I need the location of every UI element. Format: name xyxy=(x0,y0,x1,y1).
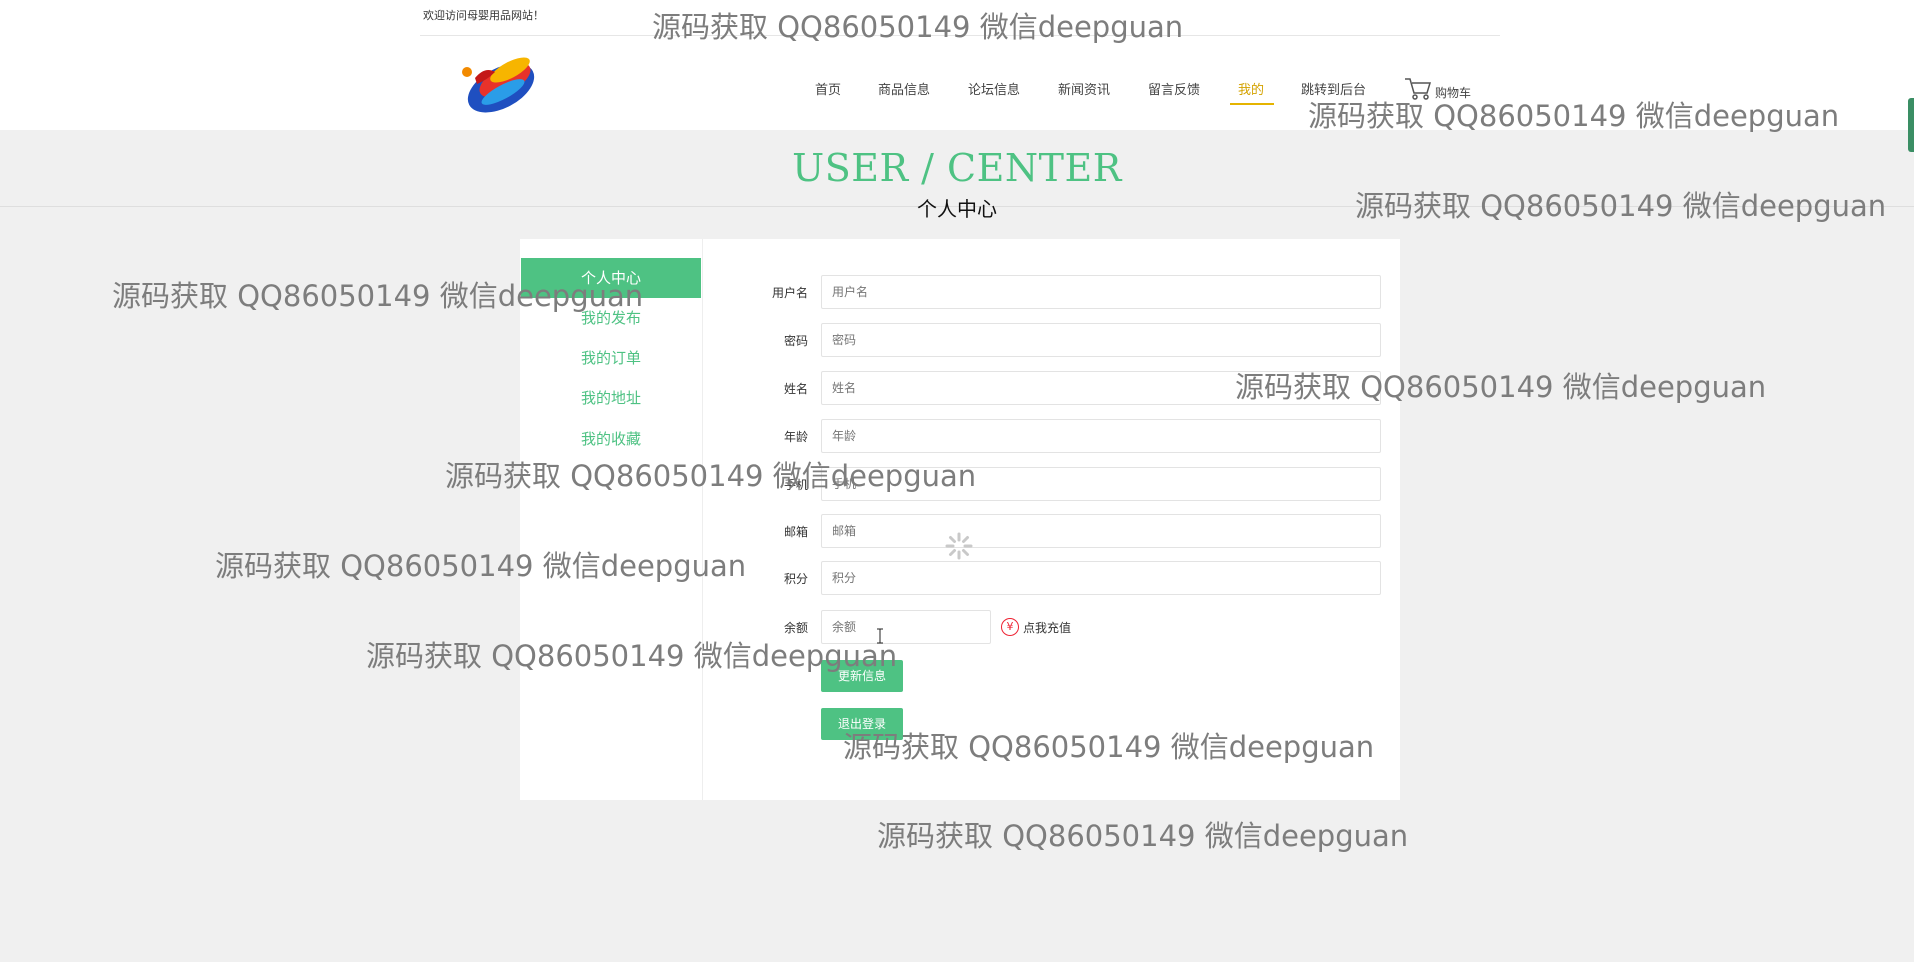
nav-products[interactable]: 商品信息 xyxy=(878,79,930,98)
side-scroll-tab[interactable] xyxy=(1908,98,1914,152)
top-header: 欢迎访问母婴用品网站！ 首页 商品信息 论坛信息 新闻资讯 留言反馈 我的 跳转… xyxy=(0,0,1914,130)
nav-news[interactable]: 新闻资讯 xyxy=(1058,79,1110,98)
password-input[interactable] xyxy=(821,323,1381,357)
name-label: 姓名 xyxy=(783,382,808,396)
nav-home[interactable]: 首页 xyxy=(815,79,841,98)
age-input[interactable] xyxy=(821,419,1381,453)
username-input[interactable] xyxy=(821,275,1381,309)
user-center-panel: 个人中心 我的发布 我的订单 我的地址 我的收藏 用户名 密码 姓名 年龄 手机… xyxy=(520,239,1400,800)
nav-feedback[interactable]: 留言反馈 xyxy=(1148,79,1200,98)
age-label: 年龄 xyxy=(783,430,808,444)
header-divider xyxy=(420,35,1500,36)
sidebar-item-favorites[interactable]: 我的收藏 xyxy=(521,419,701,459)
site-logo[interactable] xyxy=(455,50,537,116)
username-label: 用户名 xyxy=(771,286,808,300)
page-title-cn: 个人中心 xyxy=(917,197,997,221)
balance-label: 余额 xyxy=(783,621,808,635)
nav-mine[interactable]: 我的 xyxy=(1238,79,1264,98)
recharge-link[interactable]: ¥ 点我充值 xyxy=(1001,618,1071,636)
text-cursor-icon xyxy=(877,628,883,644)
password-label: 密码 xyxy=(783,334,808,348)
phone-input[interactable] xyxy=(821,467,1381,501)
sidebar-item-orders[interactable]: 我的订单 xyxy=(521,338,701,378)
welcome-text: 欢迎访问母婴用品网站！ xyxy=(423,9,544,22)
watermark: 源码获取 QQ86050149 微信deepguan xyxy=(877,819,1409,853)
cart-label: 购物车 xyxy=(1435,86,1472,100)
yen-icon: ¥ xyxy=(1001,618,1019,636)
phone-label: 手机 xyxy=(783,478,808,492)
sidebar: 个人中心 我的发布 我的订单 我的地址 我的收藏 xyxy=(520,239,703,800)
nav-forum[interactable]: 论坛信息 xyxy=(968,79,1020,98)
page-title-en: USER / CENTER xyxy=(792,146,1122,190)
cart-icon xyxy=(1405,78,1432,100)
name-input[interactable] xyxy=(821,371,1381,405)
nav-active-indicator xyxy=(1230,103,1274,105)
email-label: 邮箱 xyxy=(783,525,808,539)
update-info-button[interactable]: 更新信息 xyxy=(821,660,903,692)
sidebar-item-profile[interactable]: 个人中心 xyxy=(521,258,701,298)
cart-link[interactable]: 购物车 xyxy=(1404,77,1471,101)
nav-admin[interactable]: 跳转到后台 xyxy=(1301,79,1366,98)
loading-spinner-icon xyxy=(945,532,973,560)
logout-button[interactable]: 退出登录 xyxy=(821,708,903,740)
recharge-label: 点我充值 xyxy=(1023,620,1072,635)
balance-input[interactable] xyxy=(821,610,991,644)
points-label: 积分 xyxy=(783,572,808,586)
email-input[interactable] xyxy=(821,514,1381,548)
sidebar-item-posts[interactable]: 我的发布 xyxy=(521,298,701,338)
sidebar-item-address[interactable]: 我的地址 xyxy=(521,378,701,418)
points-input[interactable] xyxy=(821,561,1381,595)
